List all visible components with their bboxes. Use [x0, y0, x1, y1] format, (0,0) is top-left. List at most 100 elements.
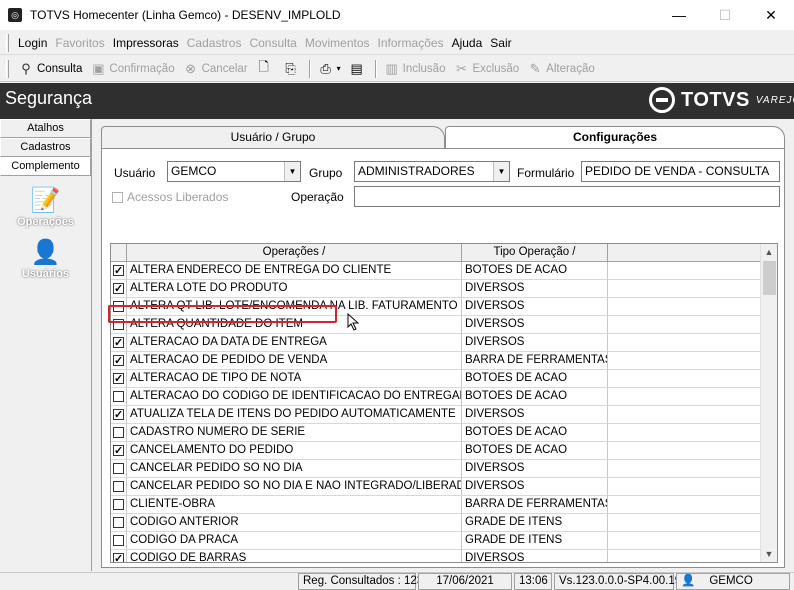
menu-movimentos[interactable]: Movimentos	[301, 36, 374, 50]
menu-ajuda[interactable]: Ajuda	[448, 36, 487, 50]
row-checkbox-cell[interactable]	[111, 352, 127, 370]
row-checkbox[interactable]	[113, 263, 124, 279]
grid-scrollbar[interactable]: ▲ ▼	[760, 244, 777, 562]
row-checkbox-cell[interactable]	[111, 406, 127, 424]
row-tipo: DIVERSOS	[462, 316, 608, 334]
row-checkbox-cell[interactable]	[111, 334, 127, 352]
row-filler	[608, 496, 761, 514]
row-checkbox[interactable]	[113, 391, 124, 402]
toolbar-grip	[6, 59, 9, 78]
usuario-select[interactable]: GEMCO ▼	[167, 161, 301, 182]
confirmacao-button[interactable]: ▣ Confirmação	[86, 58, 178, 80]
sidebar-item-operacoes[interactable]: 📝 Operações	[0, 186, 91, 228]
row-checkbox[interactable]	[113, 427, 124, 438]
menu-consulta[interactable]: Consulta	[245, 36, 300, 50]
chevron-down-icon[interactable]: ▼	[493, 162, 509, 181]
table-row[interactable]: CANCELAR PEDIDO SO NO DIA DIVERSOS	[111, 460, 761, 478]
menu-sair[interactable]: Sair	[486, 36, 515, 50]
content-area: Usuário / Grupo Configurações Usuário GE…	[95, 119, 791, 571]
table-row[interactable]: CANCELAMENTO DO PEDIDOBOTOES DE ACAO	[111, 442, 761, 460]
acessos-liberados-box[interactable]	[112, 191, 123, 203]
row-checkbox[interactable]	[113, 535, 124, 546]
grid-header-tipo[interactable]: Tipo Operação /	[462, 244, 608, 262]
maximize-button[interactable]: ☐	[702, 0, 748, 30]
table-row[interactable]: ALTERA ENDERECO DE ENTREGA DO CLIENTEBOT…	[111, 262, 761, 280]
row-checkbox[interactable]	[113, 463, 124, 474]
row-filler	[608, 442, 761, 460]
table-row[interactable]: ATUALIZA TELA DE ITENS DO PEDIDO AUTOMAT…	[111, 406, 761, 424]
row-tipo: DIVERSOS	[462, 550, 608, 562]
print-preview-button[interactable]: ▤	[345, 58, 372, 80]
row-checkbox-cell[interactable]	[111, 550, 127, 562]
table-row[interactable]: CANCELAR PEDIDO SO NO DIA E NAO INTEGRAD…	[111, 478, 761, 496]
table-row[interactable]: ALTERACAO DE PEDIDO DE VENDABARRA DE FER…	[111, 352, 761, 370]
acessos-liberados-checkbox[interactable]: Acessos Liberados	[112, 190, 228, 204]
row-checkbox[interactable]	[113, 407, 124, 423]
row-checkbox[interactable]	[113, 281, 124, 297]
sidebar-cadastros-button[interactable]: Cadastros	[0, 138, 91, 157]
row-checkbox-cell[interactable]	[111, 388, 127, 406]
operacao-field[interactable]	[354, 186, 780, 207]
row-checkbox[interactable]	[113, 517, 124, 528]
row-operacao: CODIGO DE BARRAS	[127, 550, 462, 562]
table-row[interactable]: ALTERA LOTE DO PRODUTODIVERSOS	[111, 280, 761, 298]
alteracao-button[interactable]: ✎ Alteração	[523, 58, 599, 80]
row-checkbox-cell[interactable]	[111, 442, 127, 460]
grid-header-operacoes[interactable]: Operações /	[127, 244, 462, 262]
row-tipo: BARRA DE FERRAMENTAS	[462, 352, 608, 370]
scroll-thumb[interactable]	[763, 261, 776, 295]
table-row[interactable]: CODIGO ANTERIOR GRADE DE ITENS	[111, 514, 761, 532]
consulta-button[interactable]: ⚲ Consulta	[14, 58, 86, 80]
tab-configuracoes[interactable]: Configurações	[445, 126, 785, 150]
table-row[interactable]: CADASTRO NUMERO DE SERIE BOTOES DE ACAO	[111, 424, 761, 442]
row-checkbox[interactable]	[113, 371, 124, 387]
row-checkbox-cell[interactable]	[111, 496, 127, 514]
sidebar-complemento-button[interactable]: Complemento	[0, 157, 91, 176]
copy-document-button[interactable]: ⎘	[279, 58, 306, 80]
cancelar-button[interactable]: ⊗ Cancelar	[179, 58, 252, 80]
scroll-down-icon[interactable]: ▼	[761, 546, 777, 562]
formulario-field[interactable]: PEDIDO DE VENDA - CONSULTA	[581, 161, 780, 182]
table-row[interactable]: ALTERACAO DA DATA DE ENTREGADIVERSOS	[111, 334, 761, 352]
tab-usuario-grupo[interactable]: Usuário / Grupo	[101, 126, 445, 148]
row-checkbox-cell[interactable]	[111, 460, 127, 478]
row-checkbox[interactable]	[113, 551, 124, 562]
row-filler	[608, 334, 761, 352]
row-checkbox-cell[interactable]	[111, 262, 127, 280]
menu-cadastros[interactable]: Cadastros	[183, 36, 246, 50]
row-checkbox-cell[interactable]	[111, 532, 127, 550]
row-checkbox-cell[interactable]	[111, 424, 127, 442]
exclusao-button[interactable]: ✂ Exclusão	[449, 58, 523, 80]
sidebar-atalhos-button[interactable]: Atalhos	[0, 119, 91, 138]
row-checkbox[interactable]	[113, 443, 124, 459]
close-button[interactable]: ✕	[748, 0, 794, 30]
row-checkbox[interactable]	[113, 335, 124, 351]
row-checkbox-cell[interactable]	[111, 478, 127, 496]
row-operacao: CLIENTE-OBRA	[127, 496, 462, 514]
new-document-button[interactable]: 🗋	[252, 58, 279, 80]
table-row[interactable]: CLIENTE-OBRA BARRA DE FERRAMENTAS	[111, 496, 761, 514]
inclusao-button[interactable]: ▥ Inclusão	[380, 58, 450, 80]
row-checkbox-cell[interactable]	[111, 370, 127, 388]
scroll-up-icon[interactable]: ▲	[761, 244, 777, 260]
row-checkbox[interactable]	[113, 481, 124, 492]
minimize-button[interactable]: —	[656, 0, 702, 30]
table-row[interactable]: CODIGO DE BARRASDIVERSOS	[111, 550, 761, 562]
menu-favoritos[interactable]: Favoritos	[51, 36, 108, 50]
grupo-select[interactable]: ADMINISTRADORES ▼	[354, 161, 510, 182]
row-checkbox-cell[interactable]	[111, 280, 127, 298]
chevron-down-icon[interactable]: ▼	[284, 162, 300, 181]
print-preview-icon: ▤	[350, 60, 363, 76]
row-operacao: ALTERACAO DE PEDIDO DE VENDA	[127, 352, 462, 370]
menu-login[interactable]: Login	[14, 36, 51, 50]
table-row[interactable]: CODIGO DA PRACA GRADE DE ITENS	[111, 532, 761, 550]
print-button[interactable]: ⎙ ▾	[314, 58, 345, 80]
row-checkbox[interactable]	[113, 353, 124, 369]
menu-informacoes[interactable]: Informações	[374, 36, 448, 50]
sidebar-item-usuarios[interactable]: 👤 Usuários	[0, 238, 91, 280]
table-row[interactable]: ALTERACAO DO CODIGO DE IDENTIFICACAO DO …	[111, 388, 761, 406]
table-row[interactable]: ALTERACAO DE TIPO DE NOTABOTOES DE ACAO	[111, 370, 761, 388]
row-checkbox-cell[interactable]	[111, 514, 127, 532]
row-checkbox[interactable]	[113, 499, 124, 510]
menu-impressoras[interactable]: Impressoras	[109, 36, 183, 50]
